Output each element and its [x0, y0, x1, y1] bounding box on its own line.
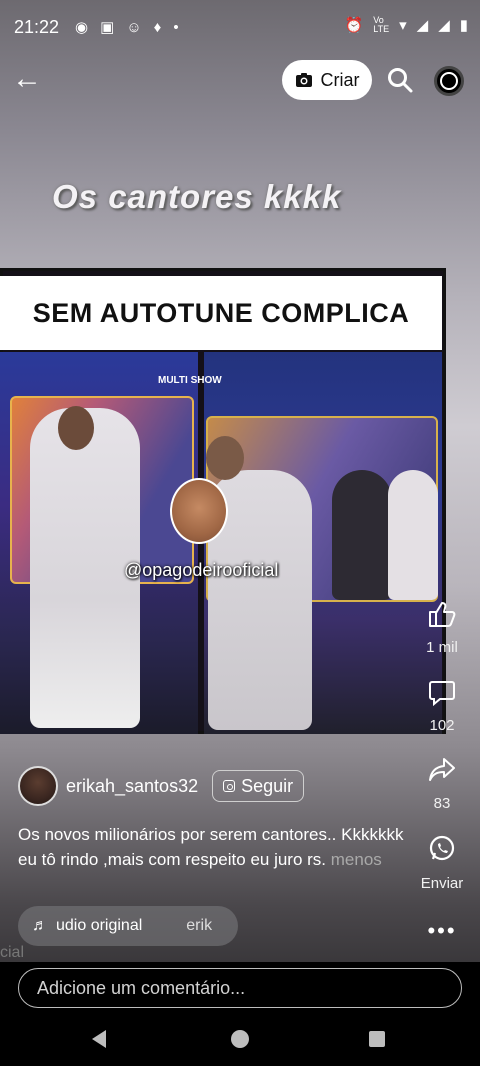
like-button[interactable]: 1 mil — [414, 600, 470, 656]
share-button[interactable]: 83 — [414, 756, 470, 812]
game-icon: ☺ — [126, 18, 142, 36]
video-banner-text: SEM AUTOTUNE COMPLICA — [32, 297, 410, 328]
nav-back-icon[interactable] — [92, 1030, 106, 1048]
follow-button-label: Seguir — [241, 775, 294, 796]
comment-input[interactable] — [18, 968, 462, 1008]
wifi-icon: ▾ — [399, 17, 407, 34]
send-label: Enviar — [420, 875, 464, 892]
profile-camera-icon[interactable] — [434, 66, 464, 96]
video-overlay-caption: Os cantores kkkk — [52, 178, 342, 215]
status-left-icons: ◉ ▣ ☺ ♦ • — [75, 18, 179, 37]
s-app-icon: ▣ — [100, 19, 115, 36]
nav-home-icon[interactable] — [231, 1030, 249, 1048]
post-caption[interactable]: Os novos milionários por serem cantores.… — [18, 822, 410, 872]
more-options-icon[interactable]: ••• — [414, 918, 470, 944]
create-button-label: Criar — [320, 69, 360, 90]
record-icon: ◉ — [75, 19, 89, 36]
music-note-icon: ♬ — [32, 917, 48, 934]
singer-right-head — [206, 436, 244, 480]
alarm-icon: ⏰ — [344, 17, 364, 34]
instagram-icon — [223, 780, 236, 792]
status-right-icons: ⏰ Vo LTE ▾ ◢ ◢ ▮ — [344, 15, 468, 35]
camera-icon — [295, 73, 312, 87]
signal-4g-icon: ◢ — [416, 17, 429, 34]
like-count: 1 mil — [426, 639, 458, 656]
back-arrow-icon[interactable]: ← — [12, 64, 44, 96]
reels-screen: 21:22 ◉ ▣ ☺ ♦ • ⏰ Vo LTE ▾ ◢ ◢ ▮ ← Criar … — [0, 0, 480, 1066]
username[interactable]: erikah_santos32 — [66, 776, 198, 797]
video-banner: SEM AUTOTUNE COMPLICA — [0, 276, 442, 350]
nav-recents-icon[interactable] — [369, 1031, 385, 1047]
comment-bubble-icon — [429, 681, 455, 707]
singer-white-shirt — [388, 470, 438, 600]
signal-icon: ◢ — [438, 17, 450, 34]
less-link[interactable]: menos — [331, 850, 382, 869]
share-arrow-icon — [429, 758, 455, 781]
video-watermark: @opagodeirooficial — [124, 560, 279, 580]
search-icon[interactable] — [386, 66, 414, 94]
whatsapp-send-button[interactable]: Enviar — [414, 834, 470, 892]
share-count: 83 — [433, 795, 451, 812]
audio-label: udio original — [56, 917, 143, 934]
audio-author: erik — [186, 917, 213, 934]
dot-icon: • — [173, 18, 179, 36]
author-row: erikah_santos32 Seguir — [18, 766, 305, 806]
audio-pill[interactable]: ♬ udio original erik — [18, 906, 238, 946]
whatsapp-icon — [429, 835, 455, 861]
bell-icon: ♦ — [153, 18, 162, 36]
singer-dark-jacket — [332, 470, 392, 600]
multishow-logo: MULTI SHOW — [158, 375, 222, 386]
avatar[interactable] — [18, 766, 58, 806]
comment-button[interactable]: 102 — [414, 678, 470, 734]
thumbs-up-icon — [429, 602, 456, 627]
follow-button[interactable]: Seguir — [212, 770, 305, 802]
singer-left-head — [58, 406, 94, 450]
create-button[interactable]: Criar — [282, 60, 372, 100]
comment-count: 102 — [429, 717, 455, 734]
volte-icon: Vo LTE — [373, 15, 390, 34]
battery-icon: ▮ — [459, 17, 468, 34]
background-ghost-text: cial — [0, 944, 25, 961]
status-time: 21:22 — [14, 16, 60, 37]
face-sticker — [170, 478, 228, 544]
